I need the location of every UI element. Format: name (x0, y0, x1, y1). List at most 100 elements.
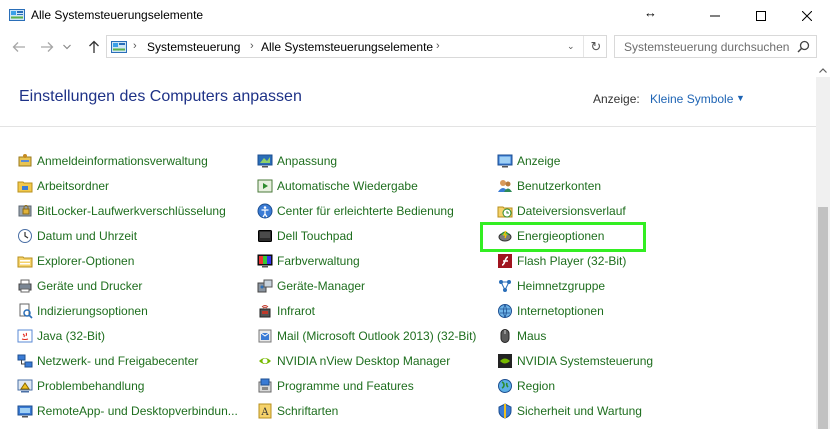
control-panel-item-geräte-manager[interactable]: Geräte-Manager (257, 276, 365, 296)
control-panel-item-label[interactable]: Sicherheit und Wartung (517, 404, 642, 418)
recent-locations-button[interactable] (61, 39, 73, 55)
control-panel-item-remoteapp-und-desktopverbindun[interactable]: RemoteApp- und Desktopverbindun... (17, 401, 238, 421)
control-panel-item-label[interactable]: Farbverwaltung (277, 254, 360, 268)
control-panel-item-maus[interactable]: Maus (497, 326, 546, 346)
back-button[interactable] (10, 39, 28, 55)
maximize-button[interactable] (738, 0, 784, 31)
control-panel-item-benutzerkonten[interactable]: Benutzerkonten (497, 176, 601, 196)
control-panel-item-label[interactable]: Netzwerk- und Freigabecenter (37, 354, 198, 368)
control-panel-item-anmeldeinformationsverwaltung[interactable]: Anmeldeinformationsverwaltung (17, 151, 208, 171)
mouse-icon (497, 328, 513, 344)
breadcrumb-alle-elemente[interactable]: Alle Systemsteuerungselemente (261, 40, 433, 54)
touchpad-icon (257, 228, 273, 244)
control-panel-item-label[interactable]: Anmeldeinformationsverwaltung (37, 154, 208, 168)
control-panel-item-label[interactable]: Region (517, 379, 555, 393)
control-panel-item-farbverwaltung[interactable]: Farbverwaltung (257, 251, 360, 271)
control-panel-item-label[interactable]: Programme und Features (277, 379, 414, 393)
control-panel-item-indizierungsoptionen[interactable]: Indizierungsoptionen (17, 301, 148, 321)
control-panel-item-label[interactable]: Schriftarten (277, 404, 338, 418)
control-panel-item-label[interactable]: Mail (Microsoft Outlook 2013) (32-Bit) (277, 329, 476, 343)
control-panel-item-anpassung[interactable]: Anpassung (257, 151, 337, 171)
control-panel-item-label[interactable]: Java (32-Bit) (37, 329, 105, 343)
java-icon (17, 328, 33, 344)
view-mode-dropdown[interactable]: Kleine Symbole (650, 92, 733, 106)
maximize-icon (756, 10, 766, 21)
control-panel-item-sicherheit-und-wartung[interactable]: Sicherheit und Wartung (497, 401, 642, 421)
nvidia-icon (257, 353, 273, 369)
control-panel-item-explorer-optionen[interactable]: Explorer-Optionen (17, 251, 134, 271)
dropdown-caret-icon[interactable]: ▼ (736, 93, 745, 103)
control-panel-item-netzwerk-und-freigabecenter[interactable]: Netzwerk- und Freigabecenter (17, 351, 198, 371)
chevron-down-icon (63, 44, 71, 50)
control-panel-item-dateiversionsverlauf[interactable]: Dateiversionsverlauf (497, 201, 626, 221)
control-panel-item-label[interactable]: Datum und Uhrzeit (37, 229, 137, 243)
vertical-scrollbar[interactable] (816, 63, 830, 429)
control-panel-item-geräte-und-drucker[interactable]: Geräte und Drucker (17, 276, 142, 296)
control-panel-item-infrarot[interactable]: Infrarot (257, 301, 315, 321)
folder-options-icon (17, 253, 33, 269)
control-panel-item-label[interactable]: NVIDIA Systemsteuerung (517, 354, 653, 368)
control-panel-item-label[interactable]: Automatische Wiedergabe (277, 179, 418, 193)
control-panel-item-label[interactable]: Geräte und Drucker (37, 279, 142, 293)
minimize-button[interactable] (692, 0, 738, 31)
control-panel-item-label[interactable]: Center für erleichterte Bedienung (277, 204, 454, 218)
control-panel-item-problembehandlung[interactable]: Problembehandlung (17, 376, 144, 396)
personalization-icon (257, 153, 273, 169)
scroll-up-button[interactable] (816, 63, 830, 77)
control-panel-item-label[interactable]: BitLocker-Laufwerkverschlüsselung (37, 204, 226, 218)
control-panel-item-label[interactable]: Explorer-Optionen (37, 254, 134, 268)
breadcrumb-separator[interactable]: › (436, 40, 440, 52)
control-panel-item-schriftarten[interactable]: A Schriftarten (257, 401, 338, 421)
control-panel-item-label[interactable]: Anzeige (517, 154, 560, 168)
control-panel-item-label[interactable]: Maus (517, 329, 546, 343)
control-panel-item-internetoptionen[interactable]: Internetoptionen (497, 301, 604, 321)
control-panel-item-label[interactable]: Flash Player (32-Bit) (517, 254, 626, 268)
control-panel-item-datum-und-uhrzeit[interactable]: Datum und Uhrzeit (17, 226, 137, 246)
control-panel-item-programme-und-features[interactable]: Programme und Features (257, 376, 414, 396)
breadcrumb-systemsteuerung[interactable]: Systemsteuerung (147, 40, 240, 54)
control-panel-item-anzeige[interactable]: Anzeige (497, 151, 560, 171)
title-bar[interactable]: Alle Systemsteuerungselemente ↔ (0, 0, 830, 31)
control-panel-item-label[interactable]: Dell Touchpad (277, 229, 353, 243)
forward-button[interactable] (38, 39, 56, 55)
address-bar[interactable]: › Systemsteuerung › Alle Systemsteuerung… (106, 35, 607, 58)
breadcrumb-separator[interactable]: › (133, 40, 137, 52)
control-panel-item-dell-touchpad[interactable]: Dell Touchpad (257, 226, 353, 246)
fonts-icon: A (257, 403, 273, 419)
credential-manager-icon (17, 153, 33, 169)
refresh-button[interactable]: ↻ (583, 36, 608, 57)
control-panel-item-label[interactable]: RemoteApp- und Desktopverbindun... (37, 404, 238, 418)
troubleshooting-icon (17, 378, 33, 394)
control-panel-item-arbeitsordner[interactable]: Arbeitsordner (17, 176, 109, 196)
control-panel-item-label[interactable]: Benutzerkonten (517, 179, 601, 193)
control-panel-item-label[interactable]: Heimnetzgruppe (517, 279, 605, 293)
control-panel-item-center-für-erleichterte-bedienung[interactable]: Center für erleichterte Bedienung (257, 201, 454, 221)
scroll-thumb[interactable] (818, 207, 828, 429)
control-panel-item-bitlocker-laufwerkverschlüsselung[interactable]: BitLocker-Laufwerkverschlüsselung (17, 201, 226, 221)
close-button[interactable] (784, 0, 830, 31)
control-panel-item-flash-player-32-bit[interactable]: Flash Player (32-Bit) (497, 251, 626, 271)
control-panel-item-label[interactable]: Indizierungsoptionen (37, 304, 148, 318)
address-dropdown-icon[interactable]: ⌄ (567, 41, 575, 52)
control-panel-item-label[interactable]: Anpassung (277, 154, 337, 168)
control-panel-item-heimnetzgruppe[interactable]: Heimnetzgruppe (497, 276, 605, 296)
control-panel-item-label[interactable]: Infrarot (277, 304, 315, 318)
bitlocker-icon (17, 203, 33, 219)
region-icon (497, 378, 513, 394)
up-button[interactable] (85, 39, 103, 55)
control-panel-item-label[interactable]: Geräte-Manager (277, 279, 365, 293)
control-panel-item-region[interactable]: Region (497, 376, 555, 396)
breadcrumb-separator[interactable]: › (250, 40, 254, 52)
control-panel-item-mail-microsoft-outlook-2013-32-bit[interactable]: Mail (Microsoft Outlook 2013) (32-Bit) (257, 326, 476, 346)
control-panel-item-java-32-bit[interactable]: Java (32-Bit) (17, 326, 105, 346)
control-panel-item-nvidia-systemsteuerung[interactable]: NVIDIA Systemsteuerung (497, 351, 653, 371)
control-panel-item-label[interactable]: NVIDIA nView Desktop Manager (277, 354, 450, 368)
control-panel-item-nvidia-nview-desktop-manager[interactable]: NVIDIA nView Desktop Manager (257, 351, 450, 371)
search-input[interactable]: Systemsteuerung durchsuchen (614, 35, 817, 58)
control-panel-item-label[interactable]: Internetoptionen (517, 304, 604, 318)
control-panel-item-automatische-wiedergabe[interactable]: Automatische Wiedergabe (257, 176, 418, 196)
control-panel-item-label[interactable]: Arbeitsordner (37, 179, 109, 193)
control-panel-item-label[interactable]: Dateiversionsverlauf (517, 204, 626, 218)
scroll-track[interactable] (816, 77, 830, 429)
control-panel-item-label[interactable]: Problembehandlung (37, 379, 144, 393)
